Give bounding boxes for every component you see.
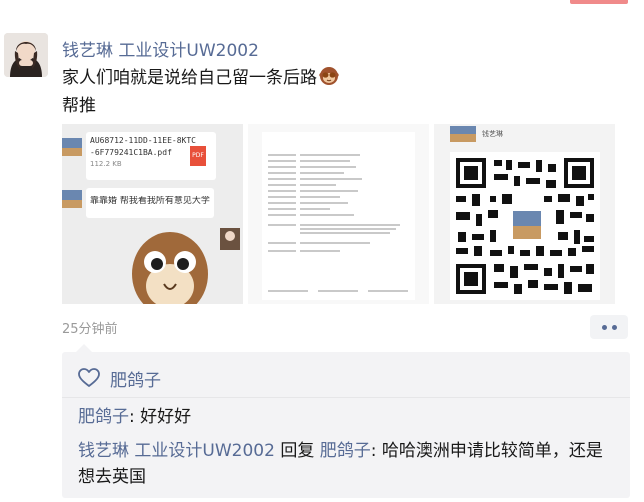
post-author-name[interactable]: 钱艺琳 工业设计UW2002 xyxy=(62,36,259,61)
post-images: AU68712-11DD-11EE-8KTC -6F779241C1BA.pdf… xyxy=(62,124,615,304)
comment-author[interactable]: 肥鸽子 xyxy=(78,407,129,427)
post-image-2[interactable] xyxy=(248,124,429,304)
heart-outline-icon xyxy=(78,368,100,388)
pdf-file-icon: PDF xyxy=(192,152,204,159)
comment-separator: : xyxy=(370,441,382,461)
post-text: 家人们咱就是说给自己留一条后路 帮推 xyxy=(62,66,622,119)
post-image-3[interactable]: 钱艺琳 xyxy=(434,124,615,304)
file-size: 112.2 KB xyxy=(90,160,122,168)
divider xyxy=(62,397,630,398)
post-image-1[interactable]: AU68712-11DD-11EE-8KTC -6F779241C1BA.pdf… xyxy=(62,124,243,304)
post-text-line-2: 帮推 xyxy=(62,96,96,116)
comment[interactable]: 钱艺琳 工业设计UW2002 回复 肥鸽子: 哈哈澳洲申请比较简单，还是想去英国 xyxy=(78,438,618,490)
file-code-line-1: AU68712-11DD-11EE-8KTC xyxy=(90,136,196,145)
see-no-evil-monkey-icon xyxy=(319,66,339,94)
more-dots-icon[interactable] xyxy=(590,315,628,339)
moments-post: 钱艺琳 工业设计UW2002 家人们咱就是说给自己留一条后路 帮推 AU6871… xyxy=(0,0,644,502)
dot xyxy=(611,324,617,330)
avatar[interactable] xyxy=(4,33,48,77)
comment[interactable]: 肥鸽子: 好好好 xyxy=(78,404,618,430)
chat-message: 靠靠婚 帮我看我所有意见大学的 offer xyxy=(90,196,210,206)
comments-panel: 肥鸽子 肥鸽子: 好好好 钱艺琳 工业设计UW2002 回复 肥鸽子: 哈哈澳洲… xyxy=(62,344,630,498)
comment-text: 好好好 xyxy=(140,407,192,427)
qr-header-name: 钱艺琳 xyxy=(482,130,503,138)
file-code-line-2: -6F779241C1BA.pdf xyxy=(90,148,172,157)
reply-to-name[interactable]: 肥鸽子 xyxy=(320,441,371,461)
comment-author[interactable]: 钱艺琳 工业设计UW2002 xyxy=(78,441,275,461)
post-text-line-1: 家人们咱就是说给自己留一条后路 xyxy=(62,68,317,88)
liker-name[interactable]: 肥鸽子 xyxy=(110,366,161,391)
dot xyxy=(601,324,607,330)
post-timestamp: 25分钟前 xyxy=(62,322,118,337)
reply-word: 回复 xyxy=(274,441,320,461)
comment-separator: : xyxy=(129,407,141,427)
likes-row: 肥鸽子 xyxy=(78,366,161,391)
